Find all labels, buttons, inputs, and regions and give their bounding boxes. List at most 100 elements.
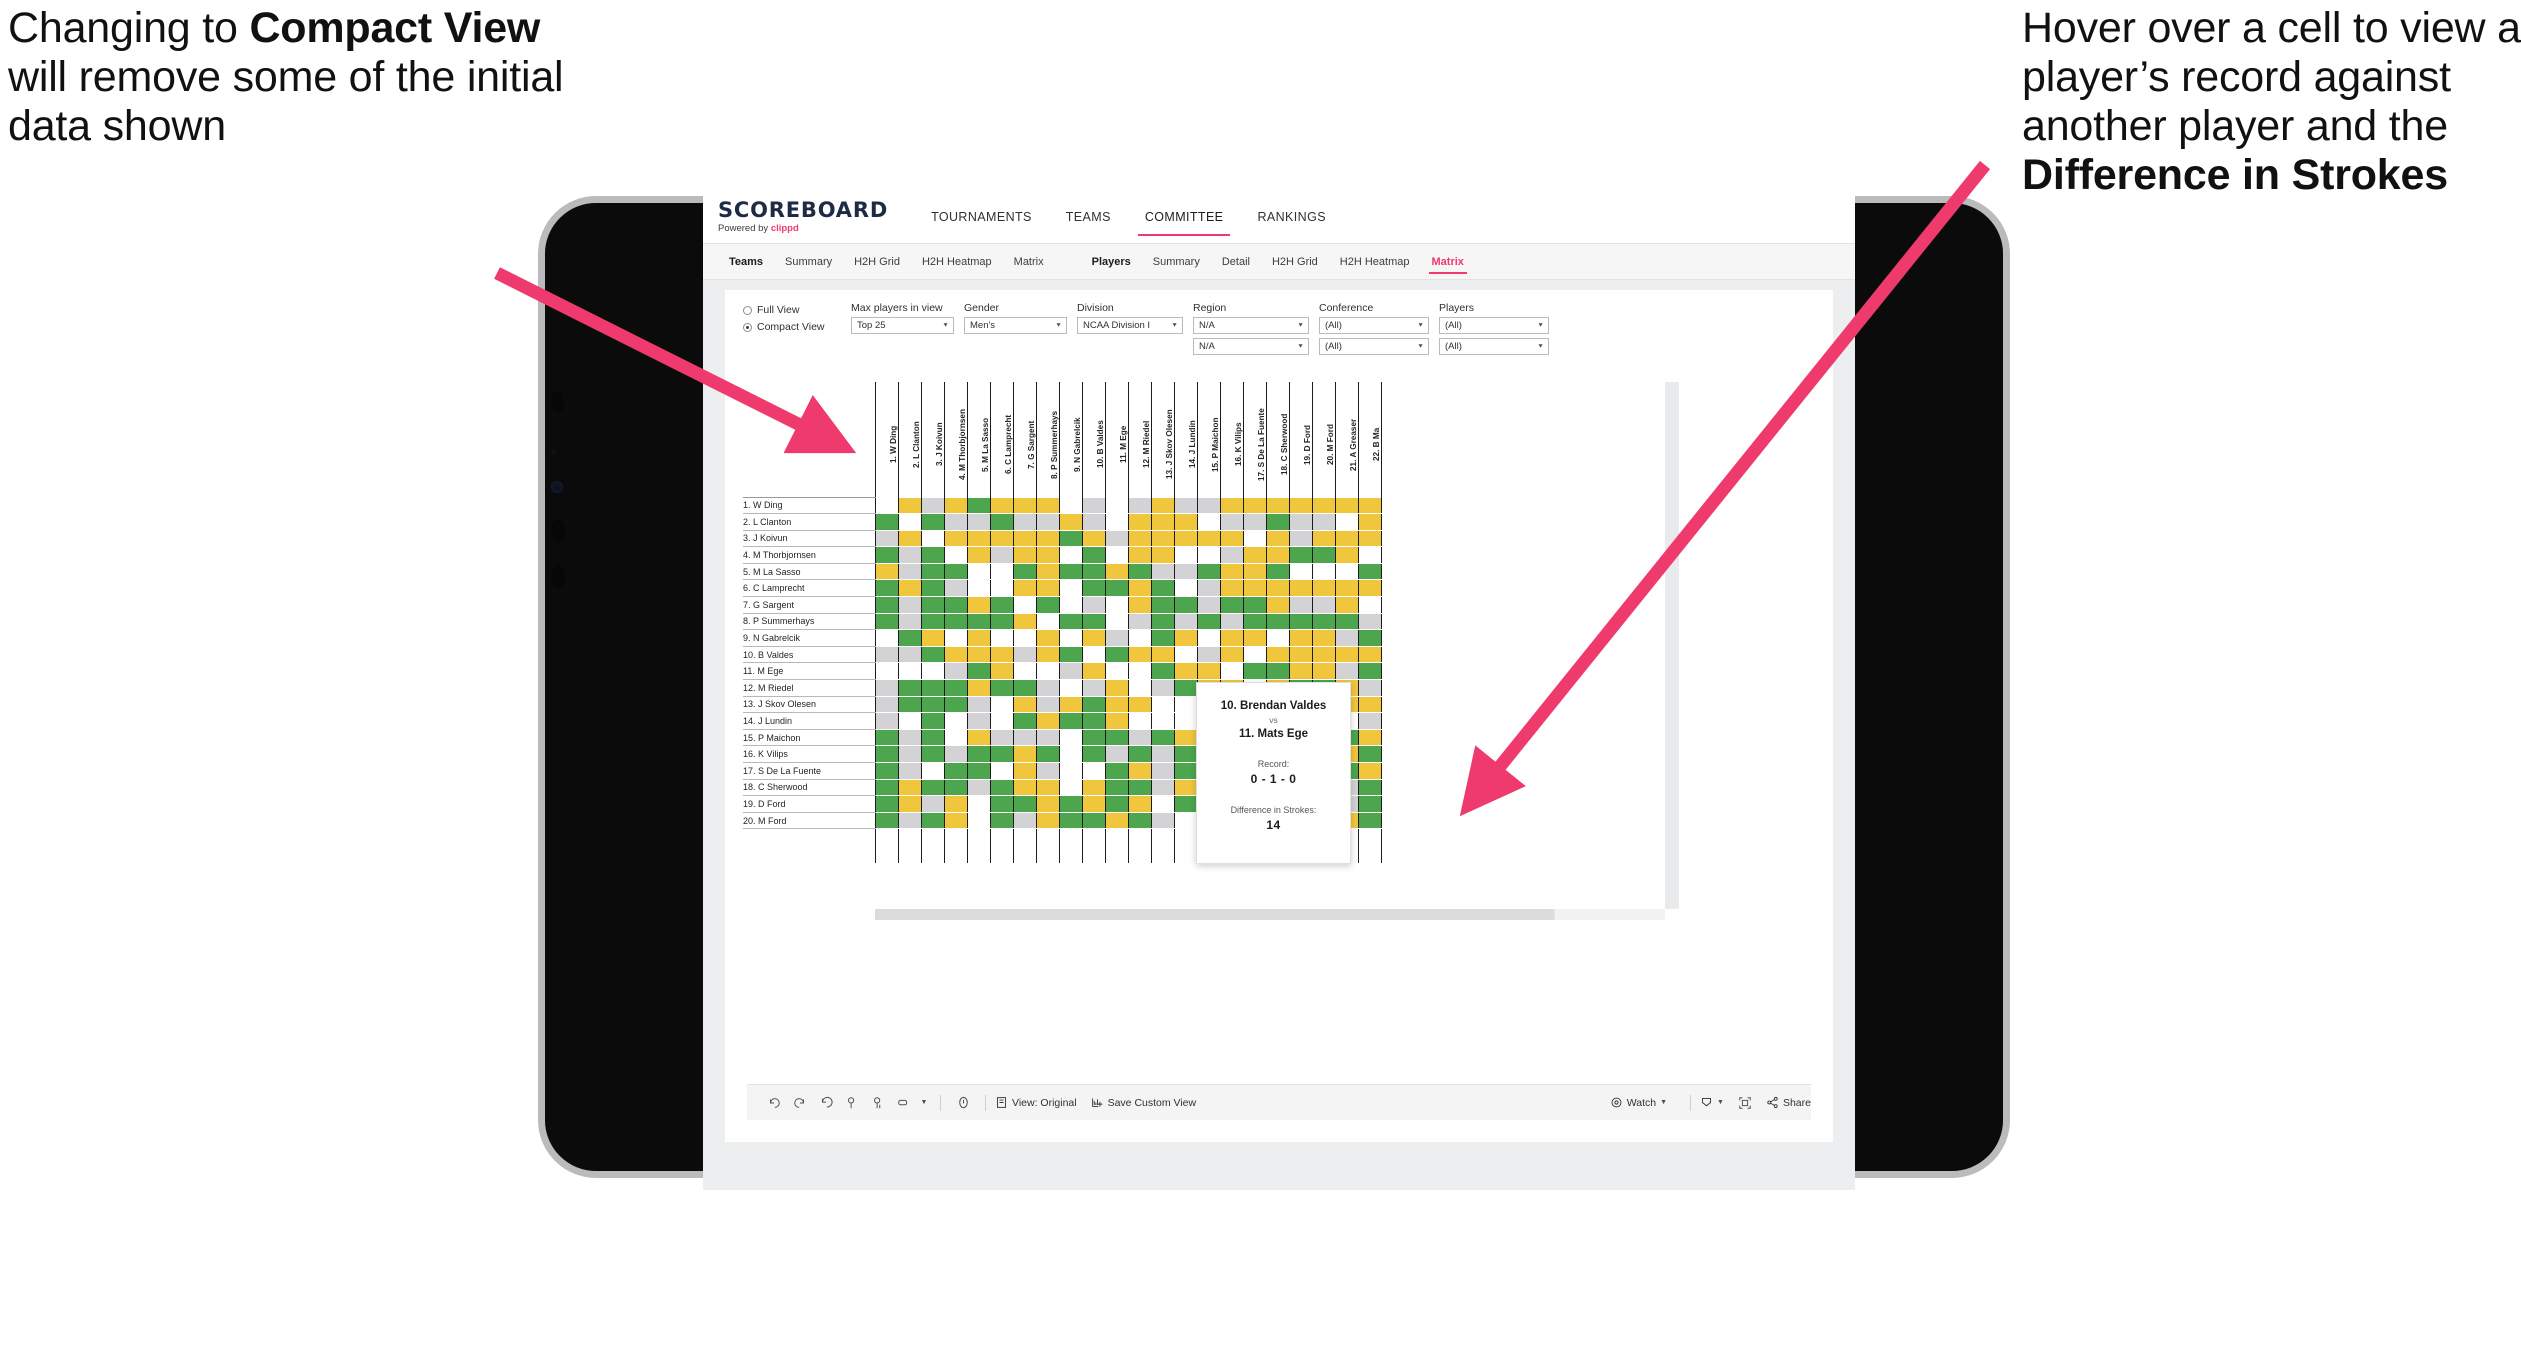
matrix-col-header[interactable]: 3. J Koivun [920, 382, 945, 497]
matrix-col-header[interactable]: 19. D Ford [1288, 382, 1313, 497]
matrix-cell[interactable] [1173, 496, 1198, 515]
matrix-cell[interactable] [897, 596, 922, 614]
undo-icon[interactable] [761, 1090, 787, 1116]
matrix-cell[interactable] [1127, 562, 1152, 581]
matrix-row-label[interactable]: 19. D Ford [743, 795, 875, 813]
region-select-1[interactable]: N/A ▼ [1193, 317, 1309, 334]
matrix-cell[interactable] [897, 795, 922, 813]
subnav-players-summary[interactable]: Summary [1142, 244, 1211, 279]
matrix-cell[interactable] [874, 546, 899, 564]
matrix-cell[interactable] [1334, 513, 1359, 531]
matrix-cell[interactable] [874, 695, 899, 714]
matrix-cell[interactable] [1173, 513, 1198, 531]
matrix-cell[interactable] [1173, 645, 1198, 664]
topnav-tournaments[interactable]: TOURNAMENTS [914, 190, 1049, 243]
matrix-cell[interactable] [1173, 612, 1198, 631]
matrix-cell[interactable] [920, 762, 945, 780]
matrix-cell[interactable] [1012, 728, 1037, 747]
matrix-cell[interactable] [1035, 645, 1060, 664]
matrix-cell[interactable] [1334, 645, 1359, 664]
subnav-teams-matrix[interactable]: Matrix [1003, 244, 1055, 279]
matrix-cell[interactable] [1311, 662, 1336, 681]
revert-icon[interactable] [813, 1090, 839, 1116]
matrix-cell[interactable] [943, 496, 968, 515]
matrix-cell[interactable] [1334, 546, 1359, 564]
matrix-col-header[interactable]: 17. S De La Fuente [1242, 382, 1267, 497]
matrix-cell[interactable] [1058, 712, 1083, 730]
matrix-cell[interactable] [1012, 645, 1037, 664]
matrix-cell[interactable] [1196, 629, 1221, 647]
matrix-cell[interactable] [1150, 612, 1175, 631]
matrix-cell[interactable] [1127, 579, 1152, 598]
matrix-cell[interactable] [1311, 513, 1336, 531]
matrix-cell[interactable] [1196, 562, 1221, 581]
pause-icon[interactable] [865, 1090, 891, 1116]
matrix-cell[interactable] [1150, 562, 1175, 581]
matrix-cell[interactable] [1311, 596, 1336, 614]
matrix-cell[interactable] [1357, 612, 1382, 631]
matrix-cell[interactable] [897, 612, 922, 631]
matrix-cell[interactable] [1173, 811, 1198, 830]
matrix-row-label[interactable]: 9. N Gabrelcik [743, 629, 875, 647]
matrix-cell[interactable] [1196, 662, 1221, 681]
matrix-cell[interactable] [920, 546, 945, 564]
matrix-row-label[interactable]: 10. B Valdes [743, 645, 875, 664]
matrix-cell[interactable] [1357, 546, 1382, 564]
matrix-cell[interactable] [1127, 695, 1152, 714]
matrix-cell[interactable] [1150, 513, 1175, 531]
topnav-teams[interactable]: TEAMS [1049, 190, 1128, 243]
matrix-cell[interactable] [1288, 645, 1313, 664]
matrix-cell[interactable] [989, 579, 1014, 598]
subnav-teams-summary[interactable]: Summary [774, 244, 843, 279]
matrix-cell[interactable] [1104, 811, 1129, 830]
matrix-cell[interactable] [989, 728, 1014, 747]
radio-full-view[interactable]: Full View [743, 304, 851, 316]
matrix-cell[interactable] [1288, 513, 1313, 531]
alert-icon[interactable] [950, 1090, 976, 1116]
matrix-cell[interactable] [1081, 695, 1106, 714]
matrix-cell[interactable] [1173, 712, 1198, 730]
matrix-cell[interactable] [1150, 662, 1175, 681]
matrix-cell[interactable] [943, 562, 968, 581]
matrix-cell[interactable] [943, 745, 968, 763]
matrix-cell[interactable] [1196, 529, 1221, 548]
matrix-cell[interactable] [943, 728, 968, 747]
matrix-cell[interactable] [943, 762, 968, 780]
matrix-cell[interactable] [1334, 579, 1359, 598]
matrix-row-label[interactable]: 17. S De La Fuente [743, 762, 875, 780]
players-select-1[interactable]: (All) ▼ [1439, 317, 1549, 334]
matrix-cell[interactable] [1104, 695, 1129, 714]
matrix-cell[interactable] [1058, 745, 1083, 763]
matrix-cell[interactable] [1058, 679, 1083, 697]
matrix-cell[interactable] [897, 645, 922, 664]
matrix-cell[interactable] [1150, 629, 1175, 647]
matrix-cell[interactable] [943, 679, 968, 697]
matrix-cell[interactable] [1058, 778, 1083, 797]
matrix-cell[interactable] [1219, 645, 1244, 664]
matrix-cell[interactable] [943, 596, 968, 614]
matrix-cell[interactable] [1196, 579, 1221, 598]
matrix-cell[interactable] [1357, 695, 1382, 714]
matrix-cell[interactable] [1150, 795, 1175, 813]
matrix-cell[interactable] [1265, 579, 1290, 598]
matrix-cell[interactable] [943, 513, 968, 531]
matrix-cell[interactable] [1357, 728, 1382, 747]
matrix-cell[interactable] [1104, 529, 1129, 548]
matrix-row-label[interactable]: 11. M Ege [743, 662, 875, 681]
matrix-cell[interactable] [1127, 762, 1152, 780]
matrix-cell[interactable] [920, 645, 945, 664]
matrix-cell[interactable] [1173, 596, 1198, 614]
matrix-cell[interactable] [1242, 513, 1267, 531]
matrix-cell[interactable] [1357, 745, 1382, 763]
matrix-cell[interactable] [1196, 496, 1221, 515]
matrix-cell[interactable] [1311, 546, 1336, 564]
matrix-cell[interactable] [1127, 795, 1152, 813]
matrix-cell[interactable] [1150, 762, 1175, 780]
matrix-cell[interactable] [920, 662, 945, 681]
matrix-cell[interactable] [874, 629, 899, 647]
watch-button[interactable]: Watch ▼ [1610, 1096, 1667, 1109]
matrix-cell[interactable] [920, 728, 945, 747]
matrix-cell[interactable] [989, 811, 1014, 830]
matrix-cell[interactable] [1127, 712, 1152, 730]
matrix-cell[interactable] [920, 612, 945, 631]
